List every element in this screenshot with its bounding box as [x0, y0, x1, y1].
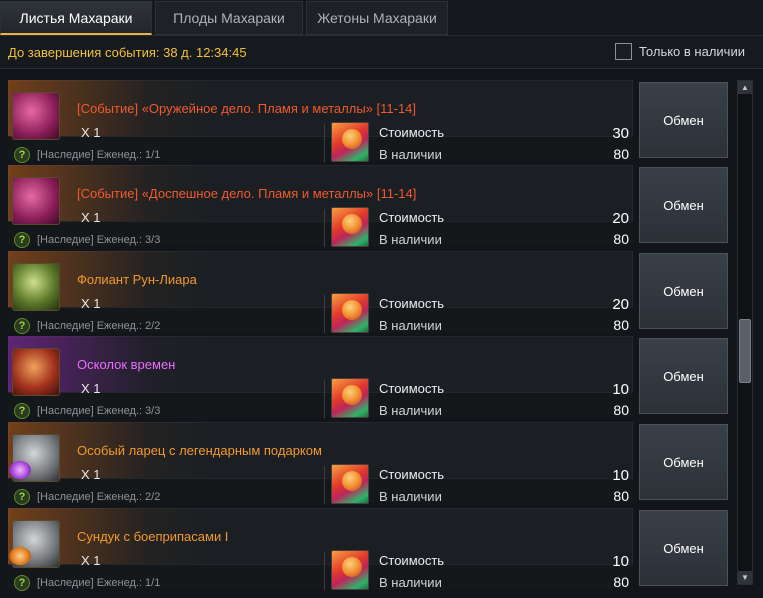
stock-value: 80: [613, 146, 629, 162]
maharaka-leaf-currency-icon: [331, 207, 369, 247]
scrollbar[interactable]: ▲ ▼: [737, 80, 753, 585]
item-name: Сундук с боеприпасами I: [77, 529, 229, 544]
stock-label: В наличии: [379, 147, 442, 162]
item-quantity: X 1: [81, 553, 101, 568]
stock-label: В наличии: [379, 489, 442, 504]
event-bar: До завершения события: 38 д. 12:34:45 То…: [0, 36, 763, 69]
stock-value: 80: [613, 317, 629, 333]
weekly-limit: [Наследие] Еженед.: 1/1: [37, 149, 161, 161]
help-icon[interactable]: ?: [14, 147, 30, 163]
cost-label: Стоимость: [379, 553, 445, 568]
help-icon[interactable]: ?: [14, 232, 30, 248]
stock-value: 80: [613, 574, 629, 590]
cost-value: 20: [612, 210, 629, 227]
item-quantity: X 1: [81, 381, 101, 396]
only-in-stock-label: Только в наличии: [639, 44, 745, 59]
divider: [324, 552, 325, 590]
tome-icon[interactable]: [12, 263, 60, 311]
help-icon[interactable]: ?: [14, 318, 30, 334]
weekly-limit: [Наследие] Еженед.: 2/2: [37, 320, 161, 332]
cost-value: 20: [612, 296, 629, 313]
stock-label: В наличии: [379, 403, 442, 418]
weekly-limit: [Наследие] Еженед.: 2/2: [37, 491, 161, 503]
item-quantity: X 1: [81, 296, 101, 311]
tab-bar: Листья Махараки Плоды Махараки Жетоны Ма…: [0, 0, 763, 36]
only-in-stock-checkbox[interactable]: [615, 43, 632, 60]
cost-value: 10: [612, 381, 629, 398]
chest-icon[interactable]: [9, 434, 60, 482]
item-name: Осколок времен: [77, 357, 176, 372]
book-icon[interactable]: [12, 92, 60, 140]
item-name: [Событие] «Оружейное дело. Пламя и метал…: [77, 101, 417, 116]
maharaka-leaf-currency-icon: [331, 464, 369, 504]
exchange-button[interactable]: Обмен: [639, 424, 728, 500]
divider: [324, 466, 325, 504]
exchange-row: Осколок времен X 1 ? [Наследие] Еженед.:…: [0, 336, 735, 419]
exchange-row: Сундук с боеприпасами I X 1 ? [Наследие]…: [0, 508, 735, 591]
divider: [324, 380, 325, 418]
weekly-limit: [Наследие] Еженед.: 3/3: [37, 405, 161, 417]
stock-label: В наличии: [379, 575, 442, 590]
stock-value: 80: [613, 402, 629, 418]
cost-label: Стоимость: [379, 381, 445, 396]
cost-value: 10: [612, 467, 629, 484]
stock-label: В наличии: [379, 318, 442, 333]
scroll-down-icon[interactable]: ▼: [738, 571, 752, 584]
exchange-list: [Событие] «Оружейное дело. Пламя и метал…: [0, 70, 735, 598]
maharaka-leaf-currency-icon: [331, 550, 369, 590]
scroll-up-icon[interactable]: ▲: [738, 81, 752, 94]
maharaka-leaf-currency-icon: [331, 122, 369, 162]
item-name: Особый ларец с легендарным подарком: [77, 443, 322, 458]
ammo-chest-icon[interactable]: [9, 520, 60, 568]
book-icon[interactable]: [12, 177, 60, 225]
item-name: [Событие] «Доспешное дело. Пламя и метал…: [77, 186, 417, 201]
cost-label: Стоимость: [379, 210, 445, 225]
stock-value: 80: [613, 231, 629, 247]
tab-maharaka-leaves[interactable]: Листья Махараки: [0, 1, 152, 35]
item-quantity: X 1: [81, 467, 101, 482]
stock-value: 80: [613, 488, 629, 504]
maharaka-leaf-currency-icon: [331, 378, 369, 418]
tab-maharaka-fruits[interactable]: Плоды Махараки: [155, 1, 303, 35]
event-timer: До завершения события: 38 д. 12:34:45: [8, 45, 247, 60]
gem-icon: [9, 461, 31, 479]
only-in-stock-filter[interactable]: Только в наличии: [615, 43, 745, 60]
item-name: Фолиант Рун-Лиара: [77, 272, 197, 287]
exchange-row: Фолиант Рун-Лиара X 1 ? [Наследие] Ежене…: [0, 251, 735, 334]
help-icon[interactable]: ?: [14, 575, 30, 591]
item-quantity: X 1: [81, 210, 101, 225]
maharaka-leaf-currency-icon: [331, 293, 369, 333]
exchange-button[interactable]: Обмен: [639, 253, 728, 329]
ammo-icon: [9, 547, 31, 565]
cost-value: 30: [612, 125, 629, 142]
scroll-thumb[interactable]: [739, 319, 751, 383]
item-quantity: X 1: [81, 125, 101, 140]
exchange-button[interactable]: Обмен: [639, 510, 728, 586]
cost-label: Стоимость: [379, 296, 445, 311]
exchange-row: [Событие] «Доспешное дело. Пламя и метал…: [0, 165, 735, 248]
exchange-button[interactable]: Обмен: [639, 82, 728, 158]
exchange-button[interactable]: Обмен: [639, 338, 728, 414]
shard-book-icon[interactable]: [12, 348, 60, 396]
exchange-button[interactable]: Обмен: [639, 167, 728, 243]
exchange-row: [Событие] «Оружейное дело. Пламя и метал…: [0, 80, 735, 163]
weekly-limit: [Наследие] Еженед.: 3/3: [37, 234, 161, 246]
cost-label: Стоимость: [379, 467, 445, 482]
weekly-limit: [Наследие] Еженед.: 1/1: [37, 577, 161, 589]
divider: [324, 295, 325, 333]
help-icon[interactable]: ?: [14, 403, 30, 419]
help-icon[interactable]: ?: [14, 489, 30, 505]
exchange-row: Особый ларец с легендарным подарком X 1 …: [0, 422, 735, 505]
cost-label: Стоимость: [379, 125, 445, 140]
tab-maharaka-tokens[interactable]: Жетоны Махараки: [306, 1, 448, 35]
divider: [324, 209, 325, 247]
divider: [324, 124, 325, 162]
cost-value: 10: [612, 553, 629, 570]
stock-label: В наличии: [379, 232, 442, 247]
